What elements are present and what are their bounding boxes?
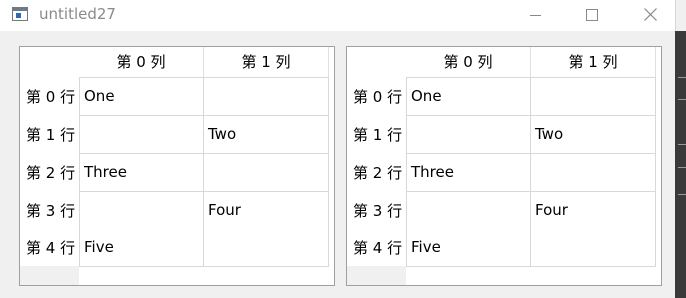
table-cell[interactable] [406, 192, 531, 230]
column-header-0[interactable]: 第 0 列 [406, 47, 531, 78]
table-cell[interactable] [79, 116, 204, 154]
row-header-2[interactable]: 第 2 行 [20, 154, 79, 192]
table-cell[interactable]: Five [406, 229, 531, 267]
maximize-button[interactable] [569, 0, 615, 31]
column-header-0[interactable]: 第 0 列 [79, 47, 204, 78]
row-header-0[interactable]: 第 0 行 [347, 78, 406, 116]
table-corner-button[interactable] [20, 47, 79, 78]
window-title: untitled27 [39, 5, 116, 23]
table-cell[interactable] [531, 154, 656, 192]
table-cell[interactable] [204, 229, 329, 267]
table-cell[interactable]: One [79, 78, 204, 116]
row-header-3[interactable]: 第 3 行 [20, 192, 79, 230]
table-cell[interactable]: Three [406, 154, 531, 192]
column-header-1[interactable]: 第 1 列 [531, 47, 656, 78]
minimize-button[interactable] [513, 0, 559, 31]
row-header-0[interactable]: 第 0 行 [20, 78, 79, 116]
table-cell[interactable] [531, 78, 656, 116]
table-cell[interactable]: Five [79, 229, 204, 267]
table-cell[interactable] [204, 78, 329, 116]
table-cell[interactable] [79, 192, 204, 230]
close-icon [644, 8, 657, 21]
table-cell[interactable] [406, 116, 531, 154]
table-corner-button[interactable] [347, 47, 406, 78]
table-cell[interactable] [204, 154, 329, 192]
table-cell[interactable] [531, 229, 656, 267]
table-widget-left[interactable]: 第 0 列 第 1 列 第 0 行 One 第 1 行 Two 第 2 行 Th… [19, 46, 335, 286]
row-header-3[interactable]: 第 3 行 [347, 192, 406, 230]
row-header-1[interactable]: 第 1 行 [347, 116, 406, 154]
close-button[interactable] [627, 0, 673, 31]
row-header-1[interactable]: 第 1 行 [20, 116, 79, 154]
table-cell[interactable]: Four [531, 192, 656, 230]
row-header-filler [347, 266, 406, 285]
row-header-filler [20, 266, 79, 285]
table-widget-right[interactable]: 第 0 列 第 1 列 第 0 行 One 第 1 行 Two 第 2 行 Th… [346, 46, 662, 286]
app-window: untitled27 第 0 列 第 1 列 第 0 行 One 第 1 行 T… [0, 0, 676, 298]
row-header-4[interactable]: 第 4 行 [20, 229, 79, 267]
title-bar[interactable]: untitled27 [0, 0, 675, 31]
table-cell[interactable]: Two [204, 116, 329, 154]
row-header-4[interactable]: 第 4 行 [347, 229, 406, 267]
minimize-icon [530, 15, 541, 16]
row-header-2[interactable]: 第 2 行 [347, 154, 406, 192]
maximize-icon [586, 9, 598, 21]
column-header-1[interactable]: 第 1 列 [204, 47, 329, 78]
background-window-edge [675, 31, 686, 298]
app-window-icon[interactable] [12, 7, 28, 21]
table-cell[interactable]: Two [531, 116, 656, 154]
table-cell[interactable]: One [406, 78, 531, 116]
table-cell[interactable]: Three [79, 154, 204, 192]
table-cell[interactable]: Four [204, 192, 329, 230]
